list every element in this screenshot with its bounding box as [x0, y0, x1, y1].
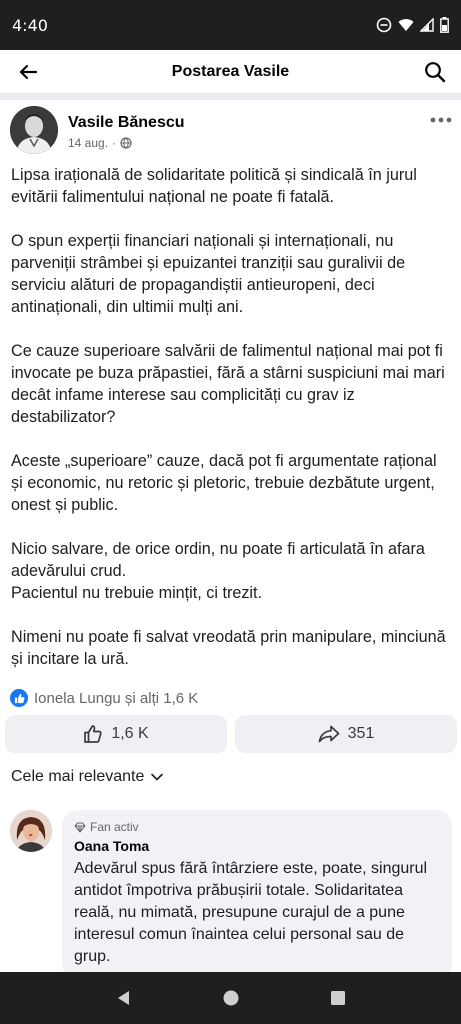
nav-recents-icon[interactable]	[330, 990, 346, 1006]
chevron-down-icon	[151, 773, 164, 781]
commenter-portrait	[10, 810, 52, 852]
status-icons	[376, 17, 449, 33]
back-button[interactable]	[14, 58, 42, 86]
like-button[interactable]: 1,6 K	[5, 715, 227, 753]
system-nav-bar	[0, 972, 461, 1024]
status-bar: 4:40	[0, 0, 461, 50]
search-button[interactable]	[421, 58, 449, 86]
like-count: 1,6 K	[111, 725, 149, 742]
divider	[0, 94, 461, 100]
share-arrow-icon	[318, 725, 339, 743]
battery-icon	[440, 17, 449, 33]
globe-icon	[120, 137, 132, 149]
page-title: Postarea Vasile	[171, 62, 290, 80]
author-name[interactable]: Vasile Bănescu	[68, 114, 185, 132]
meta-separator: ·	[112, 136, 117, 150]
reactions-summary[interactable]: Ionela Lungu și alți 1,6 K	[10, 689, 198, 707]
post-paragraph: Lipsa irațională de solidaritate politic…	[11, 166, 417, 206]
post-actions: 1,6 K 351	[5, 715, 457, 753]
post-paragraph: Ce cauze superioare salvării de faliment…	[11, 342, 445, 426]
post-date[interactable]: 14 aug.	[68, 136, 108, 150]
post-paragraph: Nicio salvare, de orice ordin, nu poate …	[11, 540, 425, 602]
fan-badge: Fan activ	[74, 820, 440, 834]
fan-badge-label: Fan activ	[90, 820, 139, 834]
arrow-left-icon	[19, 64, 38, 80]
share-button[interactable]: 351	[235, 715, 457, 753]
app-bar: Postarea Vasile	[0, 50, 461, 94]
signal-icon	[420, 18, 434, 32]
reactions-text: Ionela Lungu și alți 1,6 K	[34, 689, 199, 707]
comment-bubble[interactable]: Fan activ Oana Toma Adevărul spus fără î…	[62, 810, 452, 980]
post-body: Lipsa irațională de solidaritate politic…	[11, 164, 451, 692]
avatar[interactable]	[10, 106, 58, 154]
wifi-icon	[398, 19, 414, 31]
post-header: Vasile Bănescu 14 aug. ·	[0, 104, 461, 160]
more-dots-icon	[430, 117, 452, 123]
comments-sort-dropdown[interactable]: Cele mai relevante	[11, 768, 164, 786]
more-options-button[interactable]	[429, 112, 453, 128]
share-count: 351	[347, 725, 375, 742]
post-paragraph: Nimeni nu poate fi salvat vreodată prin …	[11, 628, 446, 668]
nav-home-icon[interactable]	[222, 989, 240, 1007]
post-paragraph: O spun experții financiari naționali și …	[11, 232, 406, 316]
nav-back-icon[interactable]	[115, 989, 133, 1007]
commenter-name[interactable]: Oana Toma	[74, 838, 440, 854]
author-portrait	[10, 106, 58, 154]
sort-label: Cele mai relevante	[11, 768, 145, 785]
thumbs-up-icon	[84, 725, 102, 743]
status-time: 4:40	[12, 15, 48, 35]
avatar[interactable]	[10, 810, 52, 852]
comment-text: Adevărul spus fără întârziere este, poat…	[74, 860, 428, 965]
post-meta: 14 aug. ·	[68, 136, 132, 150]
like-reaction-icon	[10, 689, 28, 707]
do-not-disturb-icon	[376, 17, 392, 33]
search-icon	[425, 62, 446, 83]
diamond-icon	[74, 822, 86, 833]
post-paragraph: Aceste „superioare” cauze, dacă pot fi a…	[11, 452, 437, 514]
